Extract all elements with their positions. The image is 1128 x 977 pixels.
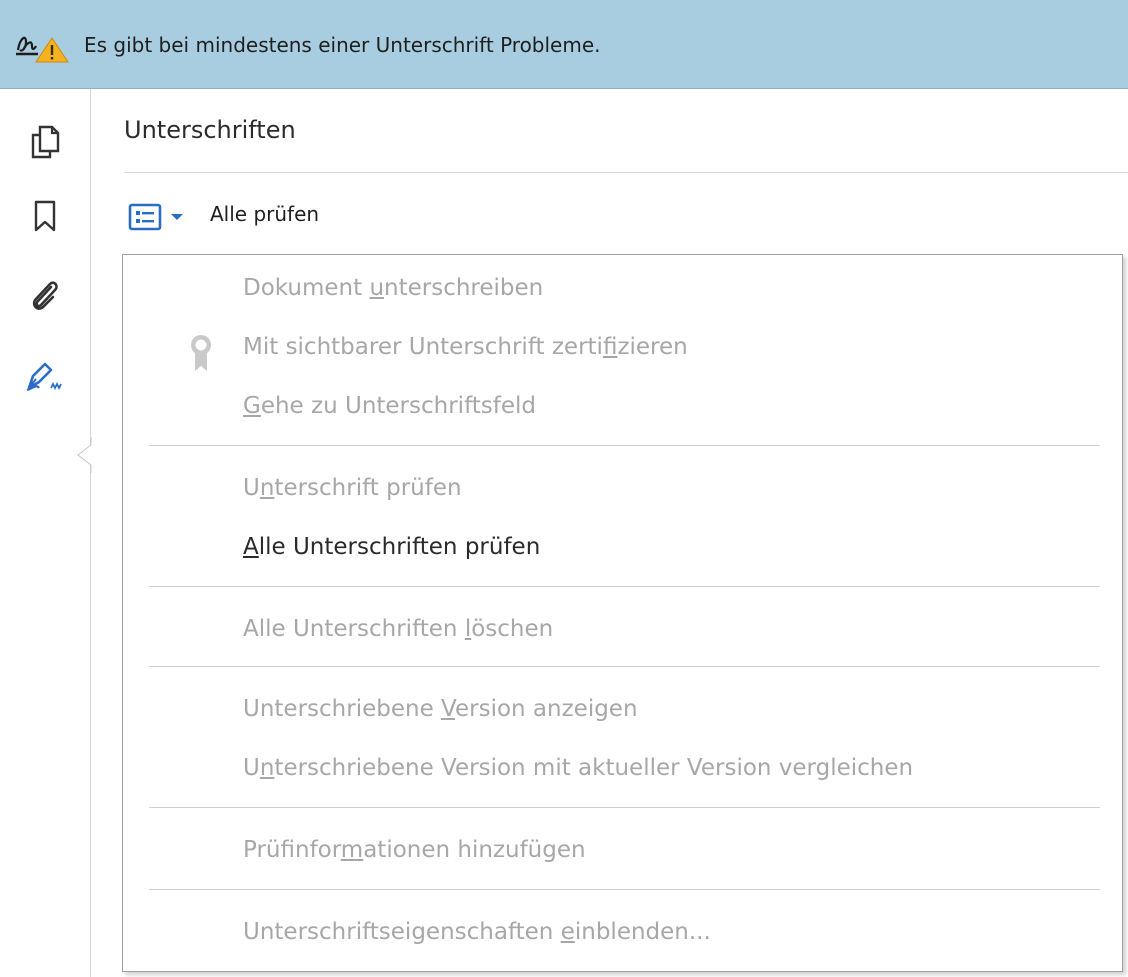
panel-title: Unterschriften bbox=[124, 116, 296, 144]
menu-item-add-verification-info[interactable]: Prüfinformationen hinzufügen bbox=[243, 837, 586, 863]
bookmarks-tool-button[interactable] bbox=[22, 193, 68, 239]
menu-item-verify-signature[interactable]: Unterschrift prüfen bbox=[243, 475, 462, 501]
menu-item-goto-signature-field[interactable]: Gehe zu Unterschriftsfeld bbox=[243, 393, 536, 419]
bookmark-icon bbox=[34, 200, 56, 232]
menu-item-sign-document[interactable]: Dokument unterschreiben bbox=[243, 275, 543, 301]
signature-pen-icon bbox=[26, 362, 62, 392]
menu-item-view-signed-version[interactable]: Unterschriebene Version anzeigen bbox=[243, 696, 638, 722]
menu-separator bbox=[149, 445, 1100, 446]
menu-separator bbox=[149, 807, 1100, 808]
active-tool-caret-icon bbox=[77, 437, 92, 473]
menu-separator bbox=[149, 666, 1100, 667]
left-navigation-panel bbox=[0, 89, 92, 977]
options-dropdown-button[interactable] bbox=[128, 202, 194, 232]
verify-all-button[interactable]: Alle prüfen bbox=[210, 202, 319, 226]
signature-warning-banner: Es gibt bei mindestens einer Unterschrif… bbox=[0, 0, 1128, 89]
menu-separator bbox=[149, 889, 1100, 890]
banner-message: Es gibt bei mindestens einer Unterschrif… bbox=[84, 33, 601, 57]
menu-item-verify-all-signatures[interactable]: Alle Unterschriften prüfen bbox=[243, 534, 540, 560]
panel-divider bbox=[124, 172, 1128, 173]
certificate-ribbon-icon bbox=[191, 335, 211, 371]
signature-warning-icon bbox=[16, 36, 69, 63]
menu-separator bbox=[149, 586, 1100, 587]
attachments-tool-button[interactable] bbox=[22, 273, 68, 319]
pages-icon bbox=[31, 125, 60, 159]
list-options-icon bbox=[128, 203, 162, 231]
menu-item-certify-visible[interactable]: Mit sichtbarer Unterschrift zertifiziere… bbox=[243, 334, 688, 360]
chevron-down-icon bbox=[171, 214, 183, 220]
menu-item-show-signature-properties[interactable]: Unterschriftseigenschaften einblenden... bbox=[243, 919, 711, 945]
options-dropdown-menu: Dokument unterschreiben Mit sichtbarer U… bbox=[122, 254, 1123, 972]
menu-item-compare-signed-version[interactable]: Unterschriebene Version mit aktueller Ve… bbox=[243, 755, 913, 781]
signatures-tool-button[interactable] bbox=[22, 353, 68, 399]
pages-tool-button[interactable] bbox=[22, 119, 68, 165]
menu-item-clear-all-signatures[interactable]: Alle Unterschriften löschen bbox=[243, 616, 553, 642]
attachment-icon bbox=[32, 281, 58, 310]
